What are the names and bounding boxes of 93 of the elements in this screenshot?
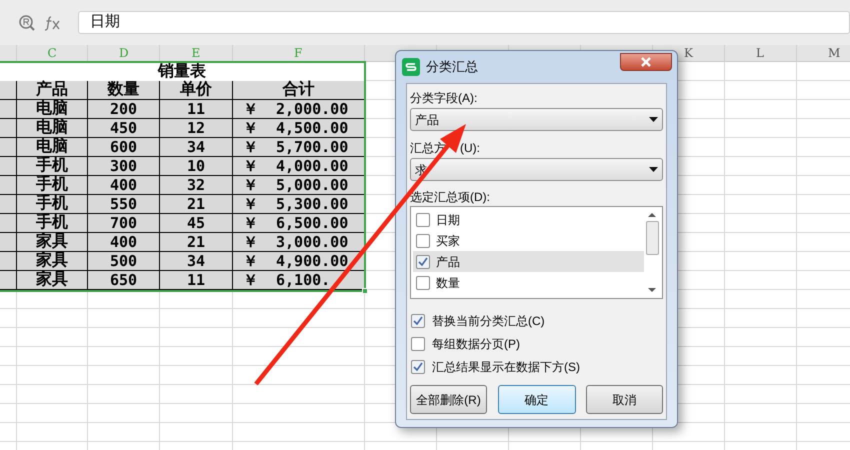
caret-icon [649, 167, 658, 172]
column-header: F [294, 45, 302, 62]
checkbox[interactable] [416, 276, 430, 290]
table-cell: 400 [110, 176, 138, 194]
table-cell: 650 [110, 271, 138, 289]
currency-symbol: ￥ [243, 118, 258, 139]
table-cell: 5,700.00 [276, 138, 348, 156]
table-cell: 手机 [36, 176, 68, 194]
table-cell: 5,000.00 [276, 176, 348, 194]
table-cell: 家具 [36, 271, 68, 289]
currency-symbol: ￥ [243, 98, 258, 120]
currency-symbol: ￥ [243, 174, 258, 196]
table-cell: 电脑 [36, 138, 68, 156]
checkbox[interactable] [411, 336, 425, 350]
table-cell: 4,900.00 [276, 252, 348, 270]
column-heading: 产品 [36, 81, 68, 99]
list-item[interactable]: 日期 [413, 209, 644, 230]
currency-symbol: ￥ [243, 232, 258, 253]
table-cell: 5,300.00 [276, 194, 348, 213]
dialog-button[interactable]: 全部删除(R) [410, 385, 487, 414]
table-cell: 550 [110, 195, 138, 213]
zoom-icon[interactable] [18, 14, 36, 32]
table-cell: 32 [186, 176, 206, 194]
column-heading: 数量 [108, 81, 140, 99]
table-cell: 200 [110, 100, 138, 118]
caret-icon [649, 117, 658, 122]
field-label: 选定汇总项(D): [410, 189, 491, 205]
formula-input[interactable]: 日期 [78, 11, 850, 34]
table-cell: 34 [186, 138, 206, 156]
option-label: 汇总结果显示在数据下方(S) [432, 358, 580, 376]
column-header: C [48, 45, 57, 62]
table-cell: 家具 [36, 252, 68, 270]
checkbox[interactable] [416, 254, 430, 268]
table-cell: 600 [110, 138, 138, 156]
table-cell: 6,100. [276, 270, 330, 289]
table-cell: 手机 [36, 157, 68, 175]
field-label: (U): [460, 140, 480, 156]
dialog-button[interactable]: 确定 [498, 385, 576, 414]
table-cell: 4,000.00 [276, 156, 348, 175]
column-header: K [684, 45, 693, 62]
list-item[interactable]: 产品 [413, 251, 644, 272]
app-logo-icon [402, 58, 420, 76]
scroll-thumb[interactable] [646, 221, 658, 255]
dialog-button[interactable]: 取消 [586, 385, 663, 414]
table-cell: 21 [186, 195, 206, 213]
list-item[interactable]: 数量 [413, 272, 644, 293]
currency-symbol: ￥ [243, 212, 258, 234]
table-cell: 电脑 [36, 119, 68, 137]
table-cell: 2,000.00 [276, 100, 348, 118]
close-icon [640, 57, 652, 67]
currency-symbol: ￥ [243, 270, 258, 291]
column-heading: 单价 [180, 81, 212, 99]
table-cell: 11 [186, 271, 206, 289]
column-header: M [828, 45, 840, 62]
option-label: 每组数据分页(P) [432, 336, 520, 352]
fill-handle[interactable] [362, 288, 368, 294]
table-cell: 450 [110, 119, 138, 137]
table-cell: 4,500.00 [276, 118, 348, 137]
currency-symbol: ￥ [243, 156, 258, 177]
table-cell: 手机 [36, 195, 68, 213]
table-title: 销量表 [158, 63, 206, 80]
option-label: 替换当前分类汇总(C) [432, 312, 545, 330]
table-cell: 700 [110, 214, 138, 232]
table-cell: 12 [186, 119, 206, 137]
table-cell: 电脑 [36, 100, 68, 118]
checkbox[interactable] [411, 314, 425, 328]
checkbox[interactable] [416, 234, 430, 248]
column-heading: 合计 [282, 81, 314, 99]
table-cell: 300 [110, 157, 138, 175]
column-header: D [119, 45, 129, 62]
table-cell: 11 [186, 100, 206, 118]
close-button[interactable] [620, 53, 672, 71]
dropdown[interactable]: 产品 [410, 108, 663, 131]
table-cell: 500 [110, 252, 138, 270]
table-cell: 10 [186, 157, 206, 175]
checkbox[interactable] [416, 212, 430, 226]
dialog-title: 分类汇总 [426, 58, 478, 76]
currency-symbol: ￥ [243, 136, 258, 158]
checkbox[interactable] [411, 360, 425, 374]
table-cell: 21 [186, 233, 206, 251]
table-cell: 34 [186, 252, 206, 270]
table-cell: 6,500.00 [276, 214, 348, 232]
currency-symbol: ￥ [243, 250, 258, 272]
list-item[interactable]: 买家 [413, 230, 644, 251]
field-label: 分类字段(A): [410, 90, 478, 106]
column-header: L [756, 45, 764, 62]
table-cell: 手机 [36, 214, 68, 232]
table-cell: 45 [186, 214, 206, 232]
table-cell: 400 [110, 233, 138, 251]
table-cell: 3,000.00 [276, 232, 348, 251]
currency-symbol: ￥ [243, 194, 258, 215]
column-header: E [192, 45, 200, 62]
table-cell: 家具 [36, 233, 68, 251]
